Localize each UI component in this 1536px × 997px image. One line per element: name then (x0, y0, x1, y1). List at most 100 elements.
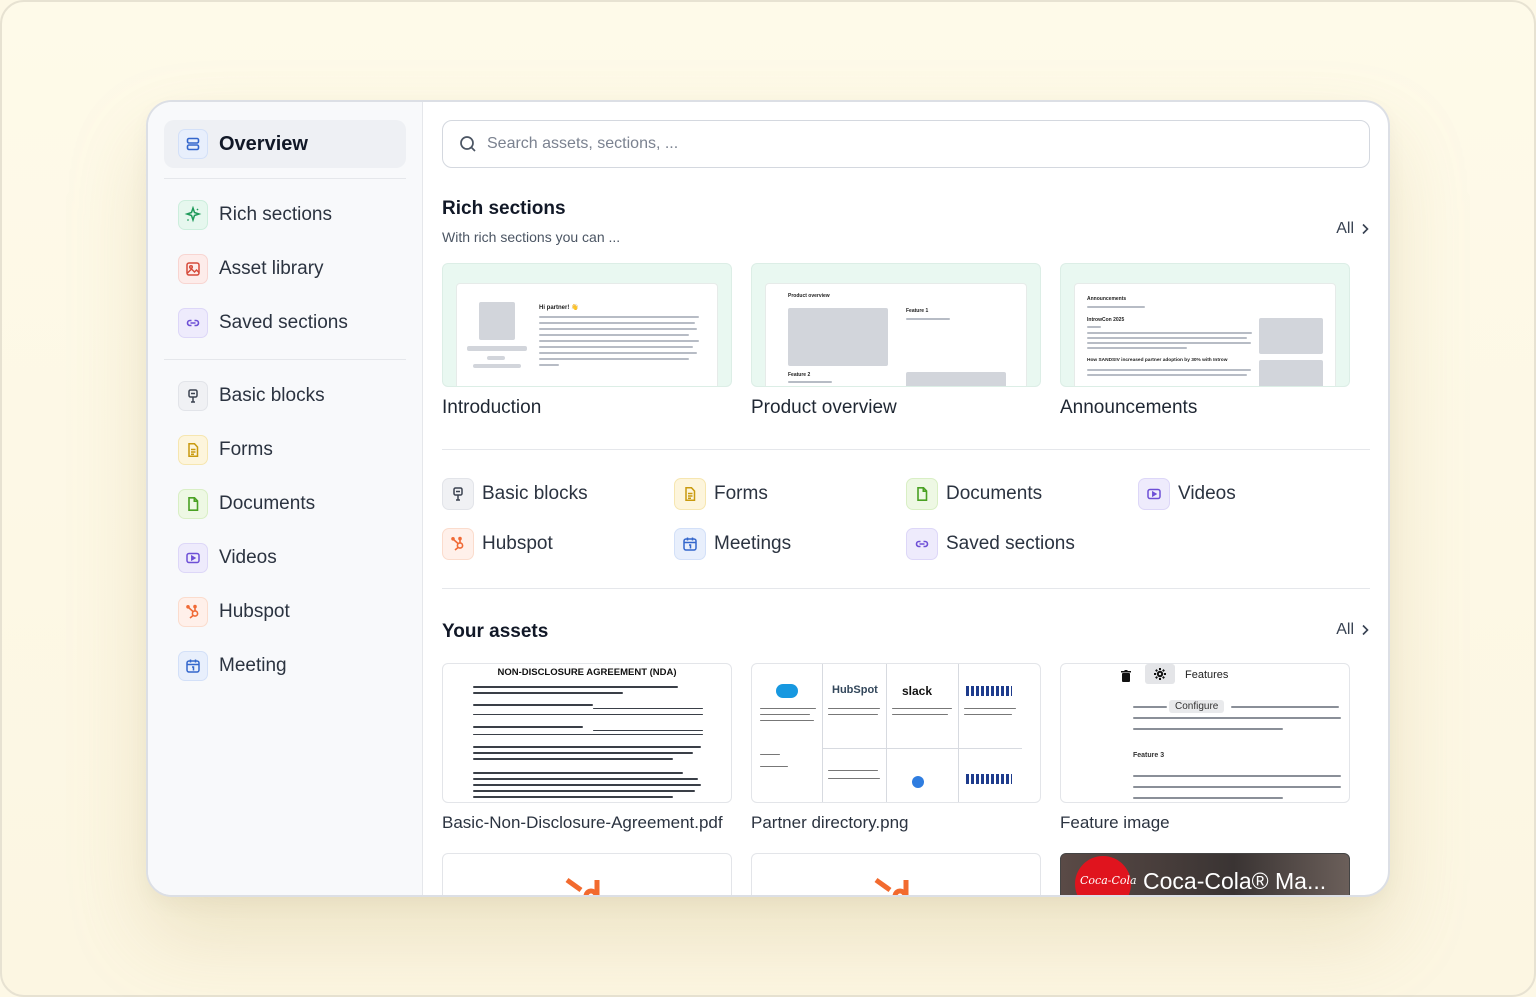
sidebar-item-saved-sections[interactable]: Saved sections (164, 299, 406, 347)
sidebar-item-asset-library[interactable]: Asset library (164, 245, 406, 293)
sidebar-item-forms[interactable]: Forms (164, 426, 406, 474)
overview-icon (178, 129, 208, 159)
rich-card-announcements[interactable]: Announcements IntrowCon 2025 How SANDSIV… (1060, 263, 1350, 419)
asset-label: Feature image (1060, 813, 1170, 832)
chevron-right-icon (1362, 624, 1369, 636)
sidebar-item-label: Rich sections (219, 204, 332, 225)
sidebar-divider (164, 359, 406, 360)
asset-cards: NON-DISCLOSURE AGREEMENT (NDA) Basic-Non… (442, 663, 1370, 833)
search-bar[interactable] (442, 120, 1370, 168)
category-documents[interactable]: Documents (906, 478, 1138, 510)
card-label: Introduction (442, 397, 542, 418)
asset-label: Partner directory.png (751, 813, 909, 832)
sidebar-item-label: Hubspot (219, 601, 290, 622)
app-window: Overview Rich sections Asset library Sav… (146, 100, 1390, 897)
assets-all-link[interactable]: All (1336, 621, 1370, 639)
category-grid: Basic blocks Forms Documents Videos Hubs… (442, 450, 1370, 588)
gear-icon (1154, 668, 1166, 680)
sidebar-item-videos[interactable]: Videos (164, 534, 406, 582)
category-meetings[interactable]: Meetings (674, 528, 906, 560)
card-label: Product overview (751, 397, 897, 418)
block-icon (178, 381, 208, 411)
section-title: Rich sections (442, 198, 566, 219)
asset-thumbnail: NON-DISCLOSURE AGREEMENT (NDA) (442, 663, 732, 803)
sidebar-item-overview[interactable]: Overview (164, 120, 406, 168)
asset-card-hubspot-1[interactable] (442, 853, 732, 895)
hubspot-logo: HubSpot (832, 684, 878, 696)
asset-card-partner-directory[interactable]: HubSpot slack Partner directory.png (751, 663, 1041, 833)
rich-section-cards: Hi partner! 👋 Introduction Product overv… (442, 263, 1370, 419)
card-thumbnail: Announcements IntrowCon 2025 How SANDSIV… (1060, 263, 1350, 387)
asset-thumbnail (751, 853, 1041, 895)
video-icon (1138, 478, 1170, 510)
sidebar-item-basic-blocks[interactable]: Basic blocks (164, 372, 406, 420)
rich-card-product-overview[interactable]: Product overview Feature 1 Feature 2 Pro… (751, 263, 1041, 419)
category-forms[interactable]: Forms (674, 478, 906, 510)
form-icon (674, 478, 706, 510)
section-divider (442, 588, 1370, 589)
announcements-thumb-heading: Announcements (1087, 296, 1127, 302)
main-content: Rich sections With rich sections you can… (423, 102, 1388, 895)
slack-logo: slack (902, 684, 933, 698)
card-thumbnail: Product overview Feature 1 Feature 2 (751, 263, 1041, 387)
asset-thumbnail (442, 853, 732, 895)
section-subtitle: With rich sections you can ... (442, 229, 621, 245)
assets-header: Your assets All (442, 619, 1370, 643)
category-label: Forms (714, 483, 768, 504)
calendar-icon (178, 651, 208, 681)
rich-sections-all-link[interactable]: All (1336, 220, 1370, 238)
product-thumb-feature2: Feature 2 (788, 372, 811, 378)
asset-cards-row2: Coca-Cola Coca-Cola® Ma... (442, 853, 1370, 895)
announcements-thumb-item1: IntrowCon 2025 (1087, 317, 1125, 323)
document-icon (178, 489, 208, 519)
rich-card-introduction[interactable]: Hi partner! 👋 Introduction (442, 263, 732, 419)
nda-heading: NON-DISCLOSURE AGREEMENT (NDA) (497, 667, 677, 678)
sidebar-item-label: Videos (219, 547, 277, 568)
hubspot-logo-icon (874, 877, 909, 895)
asset-card-coca-cola-video[interactable]: Coca-Cola Coca-Cola® Ma... (1060, 853, 1350, 895)
sidebar-item-label: Overview (219, 132, 308, 155)
category-videos[interactable]: Videos (1138, 478, 1370, 510)
sparkles-icon (178, 200, 208, 230)
sidebar-divider (164, 178, 406, 179)
document-icon (906, 478, 938, 510)
image-icon (178, 254, 208, 284)
link-icon (178, 308, 208, 338)
category-saved-sections[interactable]: Saved sections (906, 528, 1138, 560)
video-icon (178, 543, 208, 573)
sidebar-item-label: Basic blocks (219, 385, 325, 406)
sidebar-item-meeting[interactable]: Meeting (164, 642, 406, 690)
hubspot-icon (178, 597, 208, 627)
category-label: Saved sections (946, 533, 1075, 554)
video-title: Coca-Cola® Ma... (1143, 868, 1327, 894)
sidebar-item-label: Forms (219, 439, 273, 460)
category-hubspot[interactable]: Hubspot (442, 528, 674, 560)
asset-thumbnail: Coca-Cola Coca-Cola® Ma... (1060, 853, 1350, 895)
sidebar: Overview Rich sections Asset library Sav… (148, 102, 423, 895)
feature-subheading: Feature 3 (1133, 752, 1165, 759)
category-label: Hubspot (482, 533, 553, 554)
rich-sections-header: Rich sections With rich sections you can… (442, 198, 1370, 245)
sidebar-item-rich-sections[interactable]: Rich sections (164, 191, 406, 239)
category-label: Meetings (714, 533, 792, 554)
asset-card-hubspot-2[interactable] (751, 853, 1041, 895)
search-input[interactable] (487, 135, 1353, 153)
asset-label: Basic-Non-Disclosure-Agreement.pdf (442, 813, 723, 832)
trash-icon (1121, 670, 1131, 682)
sidebar-item-hubspot[interactable]: Hubspot (164, 588, 406, 636)
hubspot-logo-icon (565, 877, 600, 895)
product-thumb-heading: Product overview (788, 293, 830, 299)
sidebar-item-label: Saved sections (219, 312, 348, 333)
link-icon (906, 528, 938, 560)
configure-tooltip: Configure (1169, 700, 1225, 713)
product-thumb-feature1: Feature 1 (906, 308, 929, 314)
asset-card-feature-image[interactable]: Features Configure Feature 3 Feature ima… (1060, 663, 1350, 833)
card-thumbnail: Hi partner! 👋 (442, 263, 732, 387)
block-icon (442, 478, 474, 510)
sidebar-item-documents[interactable]: Documents (164, 480, 406, 528)
hubspot-icon (442, 528, 474, 560)
card-label: Announcements (1060, 397, 1198, 418)
asset-thumbnail: HubSpot slack (751, 663, 1041, 803)
asset-card-nda[interactable]: NON-DISCLOSURE AGREEMENT (NDA) Basic-Non… (442, 663, 732, 833)
category-basic-blocks[interactable]: Basic blocks (442, 478, 674, 510)
